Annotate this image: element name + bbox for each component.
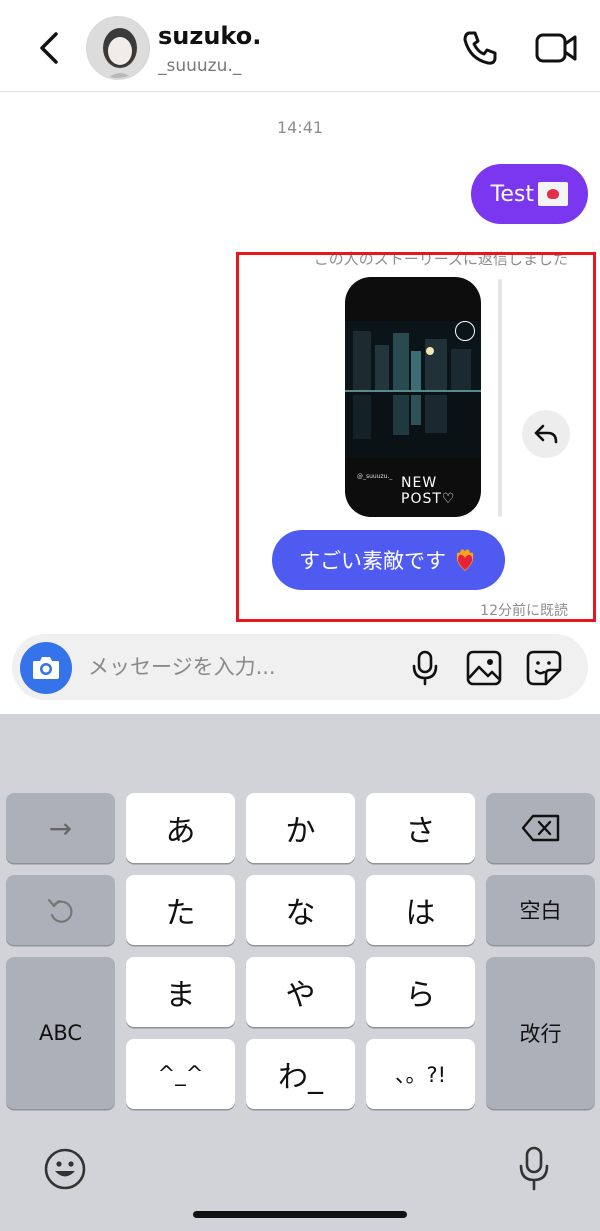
key-ta[interactable]: た — [126, 875, 235, 945]
camera-button[interactable] — [20, 642, 72, 694]
sent-message-test[interactable]: Test — [470, 164, 588, 224]
gallery-icon[interactable] — [466, 650, 502, 686]
key-ma[interactable]: ま — [126, 957, 235, 1027]
key-backspace[interactable] — [486, 793, 595, 863]
message-text: Test — [490, 181, 534, 207]
undo-icon — [47, 898, 73, 923]
key-ka[interactable]: か — [246, 793, 355, 863]
sticker-icon[interactable] — [526, 650, 562, 686]
key-ya[interactable]: や — [246, 957, 355, 1027]
love-letter-emoji-icon — [538, 182, 568, 206]
key-abc[interactable]: ABC — [6, 957, 115, 1109]
message-composer — [12, 634, 588, 700]
camera-icon — [33, 657, 59, 679]
phone-icon[interactable] — [460, 28, 500, 68]
contact-handle[interactable]: _suuuzu._ — [158, 56, 241, 76]
backspace-icon — [521, 814, 559, 842]
home-indicator[interactable] — [193, 1211, 407, 1218]
back-arrow-icon[interactable] — [30, 24, 70, 72]
message-timestamp: 14:41 — [276, 118, 324, 137]
emoji-icon[interactable] — [44, 1148, 86, 1190]
video-call-icon[interactable] — [534, 28, 578, 68]
avatar[interactable] — [86, 16, 150, 80]
key-punctuation[interactable]: 、。?! — [366, 1039, 475, 1109]
key-arrow-right[interactable]: → — [6, 793, 115, 863]
contact-name[interactable]: suzuko. — [158, 22, 261, 50]
key-ha[interactable]: は — [366, 875, 475, 945]
message-input[interactable] — [88, 648, 388, 686]
key-space[interactable]: 空白 — [486, 875, 595, 945]
key-ra[interactable]: ら — [366, 957, 475, 1027]
key-a[interactable]: あ — [126, 793, 235, 863]
key-na[interactable]: な — [246, 875, 355, 945]
key-wa[interactable]: わ_ — [246, 1039, 355, 1109]
microphone-icon[interactable] — [410, 650, 440, 686]
japanese-kana-keyboard: → あ か さ た な は 空白 ABC ま や ら 改行 ^_^ わ_ 、。?… — [0, 714, 600, 1231]
chat-header: suzuko. _suuuzu._ — [0, 0, 600, 92]
key-sa[interactable]: さ — [366, 793, 475, 863]
arrow-right-icon: → — [48, 811, 73, 845]
annotation-highlight-box — [236, 252, 596, 622]
dictation-microphone-icon[interactable] — [518, 1146, 550, 1192]
key-kaomoji[interactable]: ^_^ — [126, 1039, 235, 1109]
key-return[interactable]: 改行 — [486, 957, 595, 1109]
key-undo[interactable] — [6, 875, 115, 945]
